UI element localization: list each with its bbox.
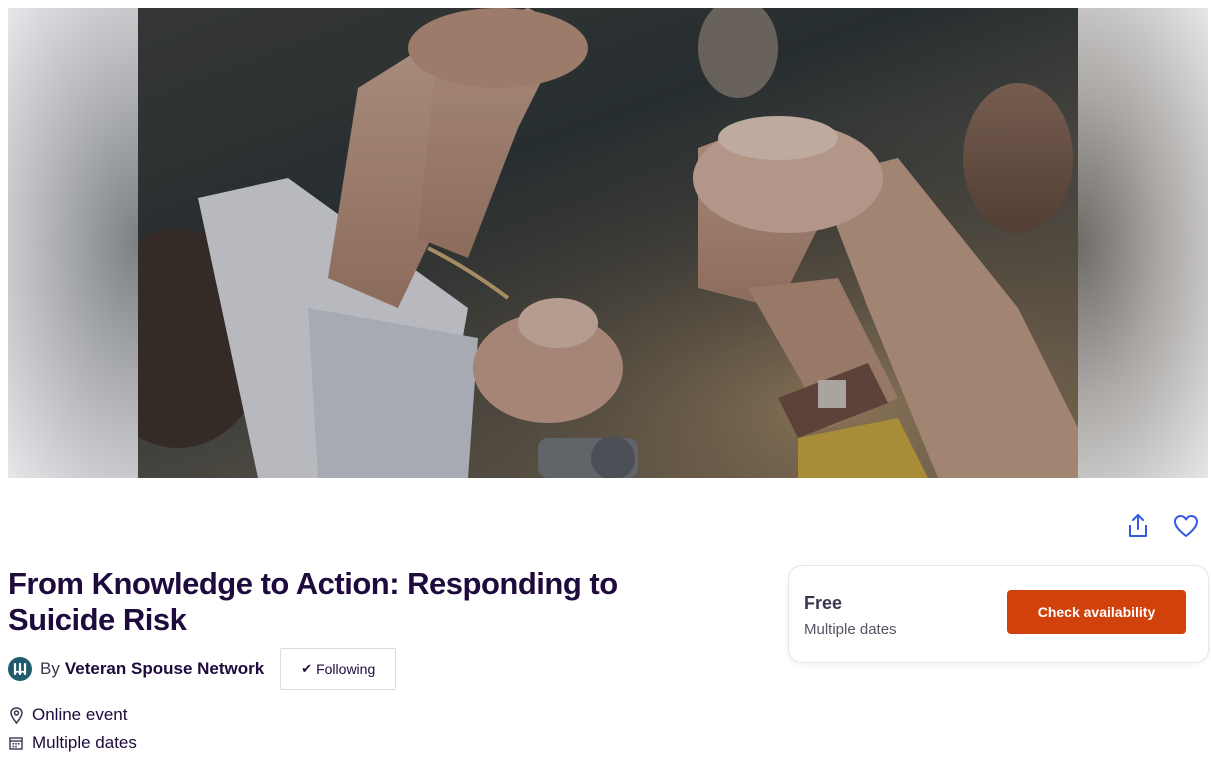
event-actions (1125, 512, 1199, 540)
follow-button[interactable]: ✔ Following (280, 648, 397, 690)
checkmark-icon: ✔ (301, 661, 313, 676)
ticket-price: Free (804, 593, 843, 613)
organizer-avatar[interactable] (8, 657, 32, 681)
location-text: Online event (32, 705, 128, 724)
event-location: Online event (8, 705, 127, 725)
location-pin-icon (8, 706, 24, 724)
hero-blur-left (8, 8, 138, 478)
dates-text: Multiple dates (32, 733, 137, 752)
organizer-by-label: By (40, 659, 60, 678)
ticket-dates: Multiple dates (804, 621, 897, 638)
event-title: From Knowledge to Action: Responding to … (8, 566, 618, 637)
event-hero (8, 8, 1208, 478)
heart-icon[interactable] (1173, 512, 1199, 540)
organizer-row: By Veteran Spouse Network ✔ Following (8, 648, 397, 690)
follow-button-label: Following (316, 661, 376, 677)
event-dates: Multiple dates (8, 733, 137, 753)
check-availability-button[interactable]: Check availability (1007, 590, 1186, 634)
calendar-icon (8, 734, 24, 752)
ticket-card: Free Multiple dates Check availability (788, 565, 1209, 663)
hero-image (138, 8, 1078, 478)
hero-blur-right (1078, 8, 1208, 478)
share-icon[interactable] (1125, 512, 1151, 540)
organizer-name[interactable]: Veteran Spouse Network (65, 659, 264, 679)
